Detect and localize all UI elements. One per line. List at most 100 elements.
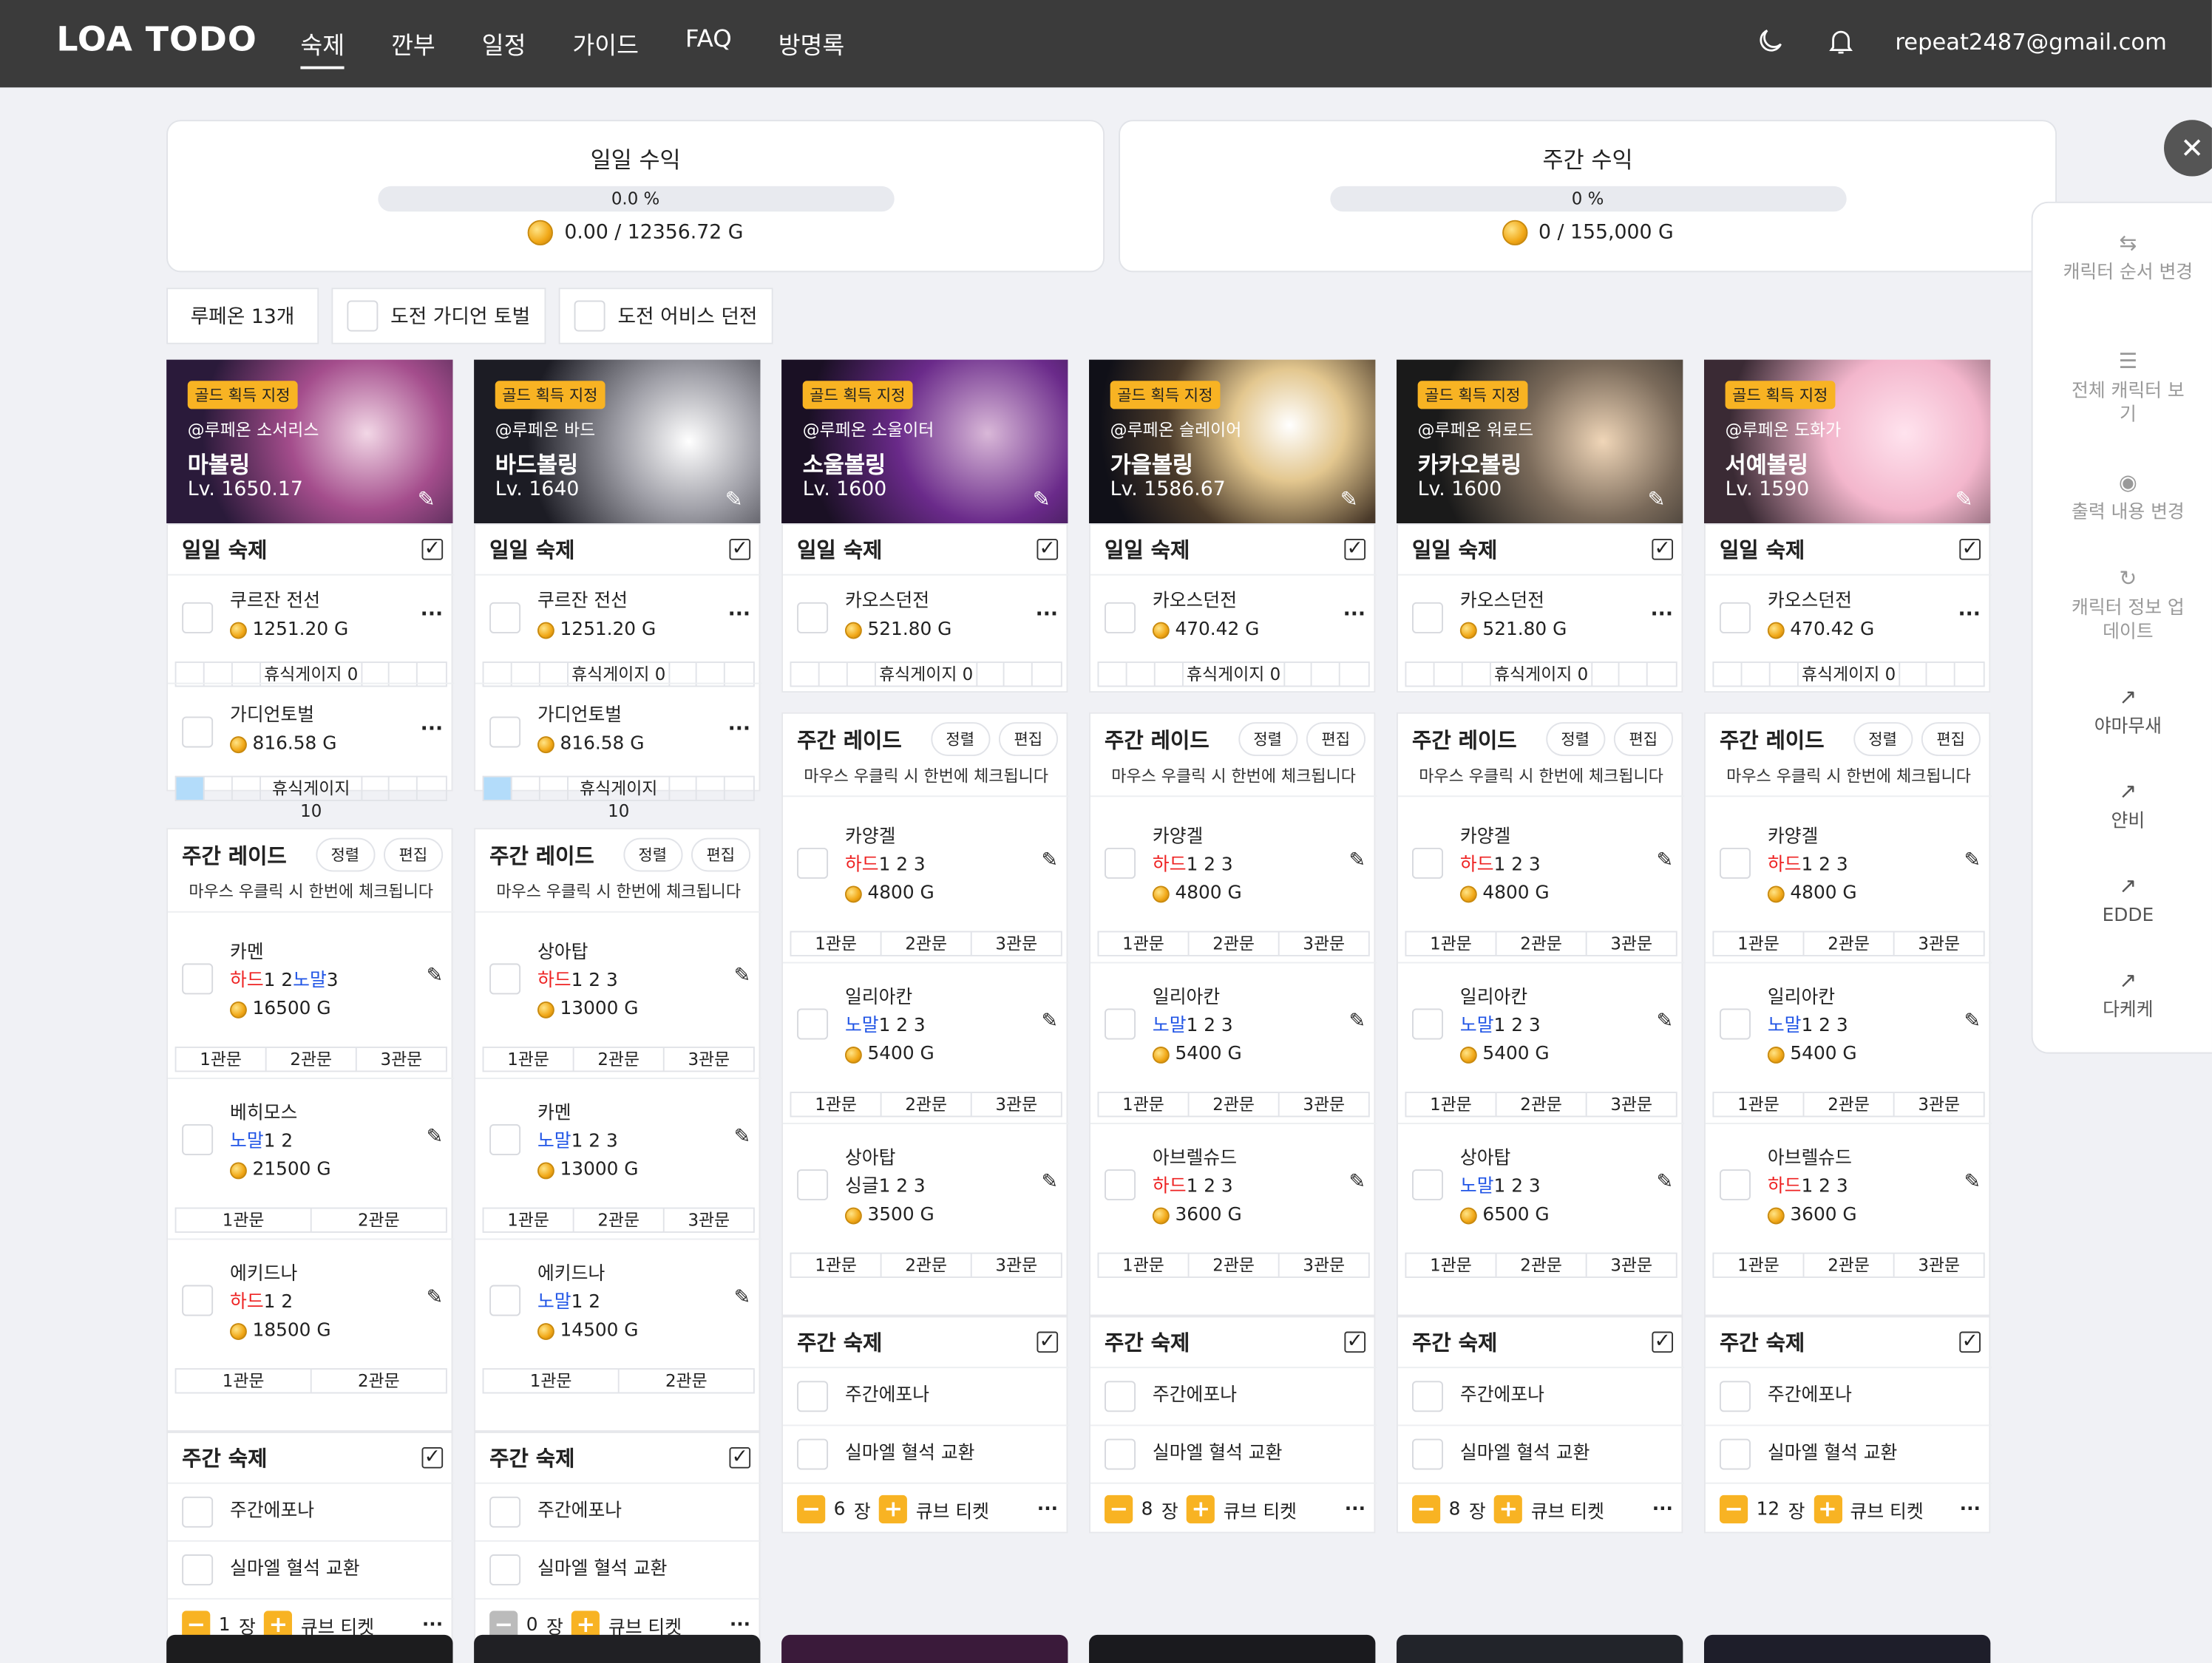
more-options-button[interactable]: ···: [1958, 604, 1981, 627]
user-email[interactable]: repeat2487@gmail.com: [1895, 27, 2166, 54]
checkbox[interactable]: [347, 300, 378, 332]
gate-cell[interactable]: 2관문: [1190, 1093, 1280, 1116]
more-options-button[interactable]: ···: [730, 1614, 750, 1636]
check-all-icon[interactable]: ✓: [1652, 1332, 1674, 1353]
gate-cell[interactable]: 2관문: [882, 932, 972, 955]
gate-cell[interactable]: 2관문: [1496, 932, 1587, 955]
gate-cell[interactable]: 1관문: [484, 1047, 574, 1071]
sort-button[interactable]: 정렬: [1853, 722, 1913, 756]
edit-icon[interactable]: ✎: [1648, 486, 1666, 511]
minus-button[interactable]: −: [1719, 1494, 1748, 1524]
gate-cell[interactable]: 3관문: [1895, 1093, 1984, 1116]
gate-cell[interactable]: 1관문: [1099, 932, 1190, 955]
sidebar-item-display-settings[interactable]: ◉ 출력 내용 변경: [2033, 470, 2212, 525]
gate-cell[interactable]: 2관문: [882, 1254, 972, 1277]
edit-icon[interactable]: ✎: [1042, 1010, 1058, 1033]
gate-cell[interactable]: 1관문: [1406, 1254, 1497, 1277]
gate-cell[interactable]: 1관문: [791, 1093, 882, 1116]
more-options-button[interactable]: ···: [728, 604, 750, 627]
task-checkbox[interactable]: [489, 1554, 521, 1586]
gate-cell[interactable]: 3관문: [1280, 932, 1368, 955]
gate-cell[interactable]: 2관문: [312, 1208, 446, 1231]
edit-icon[interactable]: ✎: [427, 965, 443, 987]
edit-icon[interactable]: ✎: [427, 1286, 443, 1309]
raid-checkbox[interactable]: [489, 1285, 521, 1316]
gate-cell[interactable]: 2관문: [882, 1093, 972, 1116]
minus-button[interactable]: −: [1105, 1494, 1133, 1524]
edit-icon[interactable]: ✎: [1657, 1171, 1673, 1194]
gate-cell[interactable]: 3관문: [665, 1048, 753, 1071]
task-checkbox[interactable]: [182, 1496, 214, 1528]
gate-cell[interactable]: 1관문: [1714, 1093, 1805, 1116]
guardian-filter[interactable]: 도전 가디언 토벌: [331, 288, 546, 344]
edit-button[interactable]: 편집: [998, 722, 1059, 756]
sidebar-link-3[interactable]: ↗ EDDE: [2033, 874, 2212, 928]
task-checkbox[interactable]: [182, 716, 214, 748]
gate-cell[interactable]: 1관문: [1406, 1093, 1497, 1116]
gate-cell[interactable]: 1관문: [791, 1254, 882, 1277]
task-checkbox[interactable]: [1105, 602, 1136, 633]
gate-cell[interactable]: 3관문: [1895, 932, 1984, 955]
gate-cell[interactable]: 3관문: [1587, 1254, 1676, 1277]
gate-cell[interactable]: 1관문: [177, 1208, 312, 1232]
nav-guide[interactable]: 가이드: [572, 25, 639, 69]
sidebar-link-2[interactable]: ↗ 얀비: [2033, 779, 2212, 834]
sort-button[interactable]: 정렬: [1238, 722, 1297, 756]
sort-button[interactable]: 정렬: [622, 837, 683, 872]
check-all-icon[interactable]: ✓: [421, 539, 444, 560]
sort-button[interactable]: 정렬: [315, 837, 376, 872]
task-checkbox[interactable]: [1719, 602, 1751, 633]
check-all-icon[interactable]: ✓: [421, 1447, 444, 1469]
edit-icon[interactable]: ✎: [1657, 849, 1673, 872]
raid-checkbox[interactable]: [182, 1285, 214, 1316]
task-checkbox[interactable]: [797, 1438, 829, 1470]
task-checkbox[interactable]: [797, 602, 829, 633]
nav-faq[interactable]: FAQ: [685, 25, 732, 69]
gate-cell[interactable]: 2관문: [574, 1208, 665, 1232]
raid-checkbox[interactable]: [1105, 1169, 1136, 1201]
sort-button[interactable]: 정렬: [930, 722, 991, 756]
gate-cell[interactable]: 1관문: [1099, 1093, 1190, 1116]
gate-cell[interactable]: 1관문: [791, 932, 882, 955]
task-checkbox[interactable]: [1719, 1381, 1751, 1412]
nav-homework[interactable]: 숙제: [300, 25, 345, 69]
gate-cell[interactable]: 2관문: [1804, 1093, 1895, 1116]
task-checkbox[interactable]: [1412, 602, 1443, 633]
more-options-button[interactable]: ···: [1037, 1499, 1058, 1520]
gate-cell[interactable]: 3관문: [972, 932, 1061, 955]
gate-cell[interactable]: 3관문: [1280, 1254, 1368, 1277]
task-checkbox[interactable]: [489, 716, 521, 748]
gate-cell[interactable]: 1관문: [484, 1208, 574, 1232]
edit-button[interactable]: 편집: [1306, 722, 1366, 756]
raid-checkbox[interactable]: [182, 1123, 214, 1155]
more-options-button[interactable]: ···: [1652, 1499, 1673, 1520]
edit-icon[interactable]: ✎: [1964, 1010, 1981, 1033]
task-checkbox[interactable]: [1105, 1381, 1136, 1412]
sidebar-link-4[interactable]: ↗ 다케케: [2033, 968, 2212, 1023]
checkbox[interactable]: [574, 300, 605, 332]
gate-cell[interactable]: 2관문: [1190, 932, 1280, 955]
gate-cell[interactable]: 3관문: [1895, 1254, 1984, 1277]
edit-icon[interactable]: ✎: [1349, 849, 1365, 872]
edit-button[interactable]: 편집: [691, 837, 751, 872]
nav-guestbook[interactable]: 방명록: [778, 25, 845, 69]
gate-cell[interactable]: 2관문: [267, 1047, 357, 1071]
abyss-filter[interactable]: 도전 어비스 던전: [558, 288, 773, 344]
gate-cell[interactable]: 1관문: [1714, 1254, 1805, 1277]
edit-icon[interactable]: ✎: [1033, 486, 1051, 511]
close-sidebar-button[interactable]: ✕: [2164, 120, 2212, 177]
sort-button[interactable]: 정렬: [1545, 722, 1605, 756]
raid-checkbox[interactable]: [1105, 847, 1136, 879]
plus-button[interactable]: +: [1494, 1494, 1523, 1524]
raid-checkbox[interactable]: [1719, 847, 1751, 879]
edit-button[interactable]: 편집: [1921, 722, 1981, 756]
check-all-icon[interactable]: ✓: [1344, 539, 1366, 560]
edit-icon[interactable]: ✎: [427, 1126, 443, 1149]
app-logo[interactable]: LOA TODO: [56, 20, 257, 59]
gate-cell[interactable]: 1관문: [484, 1370, 620, 1392]
minus-button[interactable]: −: [797, 1494, 826, 1524]
gate-cell[interactable]: 2관문: [312, 1370, 446, 1392]
edit-icon[interactable]: ✎: [1349, 1010, 1365, 1033]
edit-icon[interactable]: ✎: [1964, 849, 1981, 872]
check-all-icon[interactable]: ✓: [1344, 1332, 1366, 1353]
